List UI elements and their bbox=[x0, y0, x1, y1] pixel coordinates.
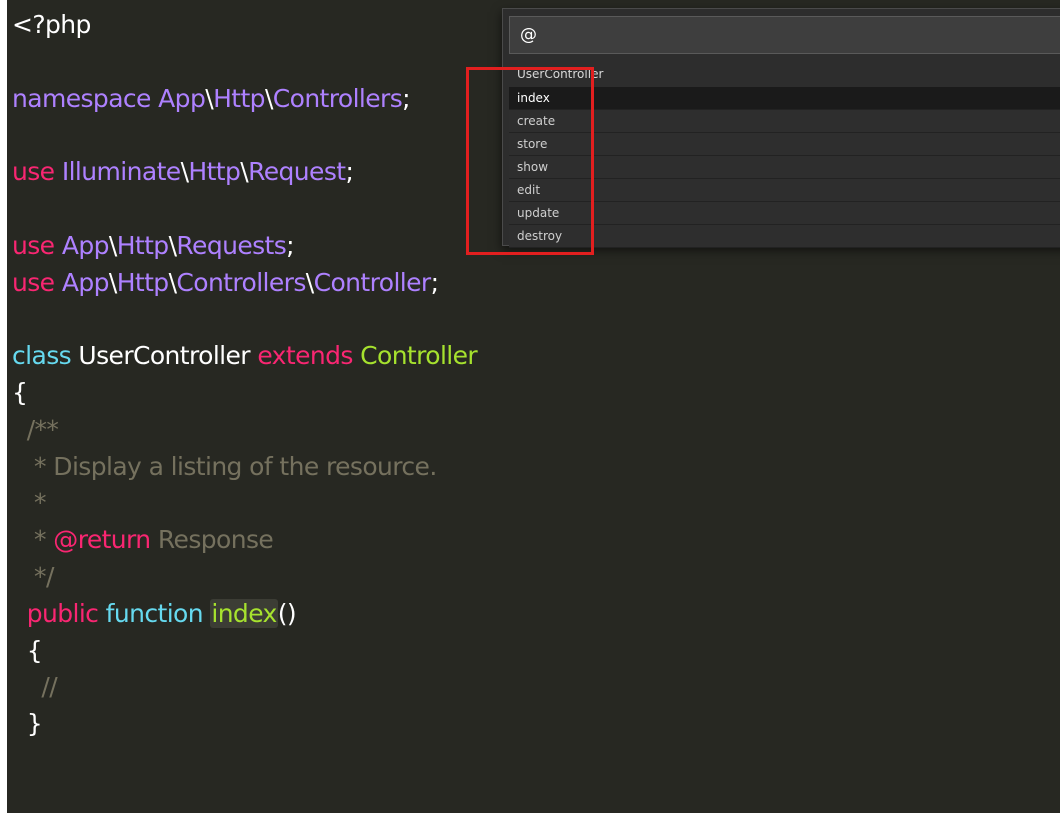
symbol-item-edit[interactable]: edit bbox=[509, 179, 1060, 202]
code-line: namespace App\Http\Controllers; bbox=[12, 82, 411, 116]
code-token: ; bbox=[430, 267, 439, 297]
code-token: } bbox=[12, 709, 43, 739]
code-token: Response bbox=[150, 525, 274, 555]
code-token: \ bbox=[305, 267, 314, 297]
code-line: <?php bbox=[12, 8, 91, 42]
code-token: \ bbox=[240, 157, 249, 187]
code-token: Requests bbox=[176, 230, 287, 260]
code-token: Controllers bbox=[176, 267, 306, 297]
symbol-item-update[interactable]: update bbox=[509, 202, 1060, 225]
code-line: use Illuminate\Http\Request; bbox=[12, 155, 354, 189]
code-token: // bbox=[12, 672, 58, 702]
symbol-item-destroy[interactable]: destroy bbox=[509, 225, 1060, 248]
code-token: { bbox=[12, 378, 28, 407]
code-line: use App\Http\Controllers\Controller; bbox=[12, 266, 439, 300]
code-line: // bbox=[12, 670, 57, 704]
code-line: { bbox=[12, 634, 43, 668]
code-token: \ bbox=[108, 267, 117, 297]
code-token: index bbox=[210, 598, 278, 628]
code-line: public function index() bbox=[12, 597, 297, 631]
code-token: \ bbox=[108, 230, 117, 260]
code-token: ; bbox=[402, 83, 410, 113]
code-token: use bbox=[12, 230, 62, 260]
code-token: * bbox=[12, 488, 47, 518]
code-token: Http bbox=[116, 267, 169, 297]
palette-group-label: UserController bbox=[517, 67, 604, 81]
code-token: /** bbox=[12, 414, 59, 444]
symbol-item-store[interactable]: store bbox=[509, 133, 1060, 156]
code-token: use bbox=[12, 267, 62, 297]
code-token: Http bbox=[188, 157, 241, 187]
code-token: Controller bbox=[360, 341, 478, 371]
code-token: Http bbox=[213, 83, 265, 113]
code-line: class UserController extends Controller bbox=[12, 339, 478, 373]
code-token: * bbox=[12, 525, 54, 555]
code-token: { bbox=[12, 635, 43, 665]
code-token: UserController bbox=[78, 341, 258, 371]
code-line: /** bbox=[12, 413, 59, 447]
code-line: use App\Http\Requests; bbox=[12, 229, 295, 263]
code-line: { bbox=[12, 376, 28, 410]
code-token: () bbox=[277, 598, 297, 628]
code-token: Illuminate bbox=[61, 157, 181, 187]
code-token: ; bbox=[286, 230, 294, 260]
code-line: * bbox=[12, 486, 47, 520]
code-token: * Display a listing of the resource. bbox=[12, 451, 437, 481]
code-line: * @return Response bbox=[12, 523, 274, 557]
code-token: public bbox=[26, 598, 106, 628]
code-token: @return bbox=[53, 525, 151, 555]
code-line: */ bbox=[12, 560, 54, 594]
code-token: Controllers bbox=[272, 83, 403, 113]
code-token: extends bbox=[257, 341, 361, 371]
code-editor[interactable]: <?php namespace App\Http\Controllers; use … bbox=[7, 0, 1060, 813]
goto-symbol-palette: @ UserController index create store show edi… bbox=[502, 8, 1060, 248]
code-token: App bbox=[61, 230, 110, 260]
code-token: \ bbox=[205, 83, 214, 113]
code-token: Request bbox=[248, 157, 346, 187]
code-token: App bbox=[61, 267, 110, 297]
symbol-item-create[interactable]: create bbox=[509, 110, 1060, 133]
palette-group-header: UserController bbox=[509, 59, 1060, 87]
symbol-list: index create store show edit update destroy bbox=[509, 87, 1060, 248]
code-token: <?php bbox=[12, 10, 91, 39]
code-token: Controller bbox=[313, 267, 432, 297]
code-token: */ bbox=[12, 562, 54, 591]
code-token: class bbox=[12, 341, 79, 371]
symbol-search-input[interactable]: @ bbox=[509, 16, 1060, 54]
symbol-item-show[interactable]: show bbox=[509, 156, 1060, 179]
code-token: namespace App bbox=[12, 83, 206, 113]
code-token: use bbox=[12, 157, 62, 187]
code-token: Http bbox=[116, 230, 169, 260]
code-token: \ bbox=[264, 83, 273, 113]
code-line: * Display a listing of the resource. bbox=[12, 450, 437, 484]
symbol-item-index[interactable]: index bbox=[509, 87, 1060, 110]
code-token: ; bbox=[345, 157, 354, 187]
code-token: function bbox=[105, 598, 211, 628]
code-line: } bbox=[12, 707, 43, 741]
